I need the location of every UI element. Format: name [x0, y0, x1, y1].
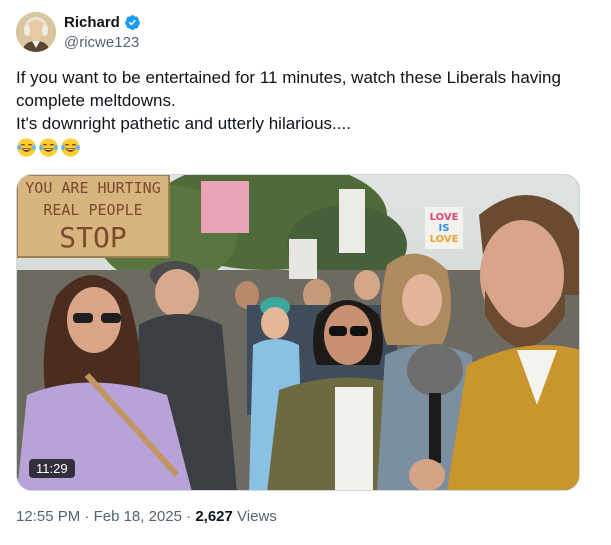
face-with-tears-of-joy-icon	[16, 137, 37, 158]
face-with-tears-of-joy-icon	[38, 137, 59, 158]
avatar-image	[16, 12, 56, 52]
video-thumbnail: YOU ARE HURTING REAL PEOPLE STOP LOVEISLOVE	[17, 175, 579, 490]
face-with-tears-of-joy-icon	[60, 137, 81, 158]
verified-badge-icon	[124, 14, 141, 31]
sign-right-text-3: LOVE	[430, 234, 459, 245]
views-count[interactable]: 2,627	[195, 508, 233, 525]
meta-separator: ·	[84, 508, 90, 525]
sign-left-text-1: YOU ARE HURTING	[25, 179, 160, 197]
handle[interactable]: @ricwe123	[64, 34, 141, 51]
tweet-date[interactable]: Feb 18, 2025	[94, 508, 182, 525]
tweet-time[interactable]: 12:55 PM	[16, 508, 80, 525]
views-label: Views	[237, 508, 277, 525]
display-name[interactable]: Richard	[64, 14, 120, 31]
sign-left-text-3: STOP	[59, 221, 126, 254]
sign-left-text-2: REAL PEOPLE	[43, 201, 142, 219]
tweet-text-line-1: If you want to be entertained for 11 min…	[16, 68, 561, 87]
video-player[interactable]: YOU ARE HURTING REAL PEOPLE STOP LOVE IS LOVE…	[16, 174, 580, 491]
tweet-metadata: 12:55 PM · Feb 18, 2025 · 2,627 Views	[16, 508, 277, 525]
tweet-card: Richard @ricwe123 If you want to be ente…	[0, 0, 611, 545]
emoji-row	[16, 137, 596, 158]
name-row: Richard	[64, 12, 141, 32]
sign-right-text-1: LOVE	[430, 212, 459, 223]
tweet-text: If you want to be entertained for 11 min…	[16, 66, 596, 158]
author-info: Richard @ricwe123	[64, 12, 141, 51]
sign-right-text-2: IS	[439, 223, 450, 234]
tweet-text-line-3: It's downright pathetic and utterly hila…	[16, 114, 351, 133]
tweet-text-line-2: complete meltdowns.	[16, 91, 176, 110]
video-duration-badge: 11:29	[29, 459, 75, 478]
meta-separator: ·	[186, 508, 192, 525]
avatar[interactable]	[16, 12, 56, 52]
